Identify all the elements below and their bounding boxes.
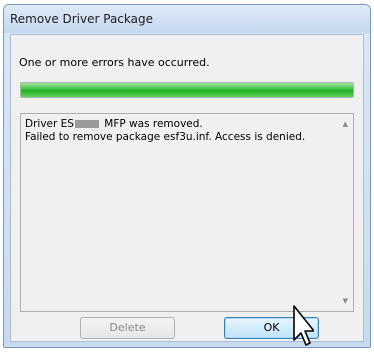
details-text: Driver ES MFP was removed. Failed to rem… — [25, 118, 333, 144]
delete-button[interactable]: Delete — [80, 317, 175, 339]
progress-bar-fill — [21, 83, 353, 97]
scroll-down-icon[interactable]: ▼ — [343, 297, 348, 305]
scroll-up-icon[interactable]: ▲ — [343, 120, 348, 128]
mouse-pointer-icon — [293, 305, 314, 346]
status-message: One or more errors have occurred. — [19, 56, 210, 69]
details-line2: Failed to remove package esf3u.inf. Acce… — [25, 131, 306, 143]
dialog-title: Remove Driver Package — [10, 12, 153, 26]
progress-bar — [20, 82, 354, 98]
details-textbox[interactable]: Driver ES MFP was removed. Failed to rem… — [20, 113, 354, 312]
remove-driver-dialog: Remove Driver Package One or more errors… — [3, 4, 371, 348]
details-line1-end: MFP was removed. — [100, 118, 203, 130]
dialog-content: One or more errors have occurred. Driver… — [10, 34, 364, 342]
redacted-block — [74, 119, 99, 128]
title-bar[interactable]: Remove Driver Package — [4, 5, 370, 33]
details-line1-start: Driver ES — [25, 118, 74, 130]
